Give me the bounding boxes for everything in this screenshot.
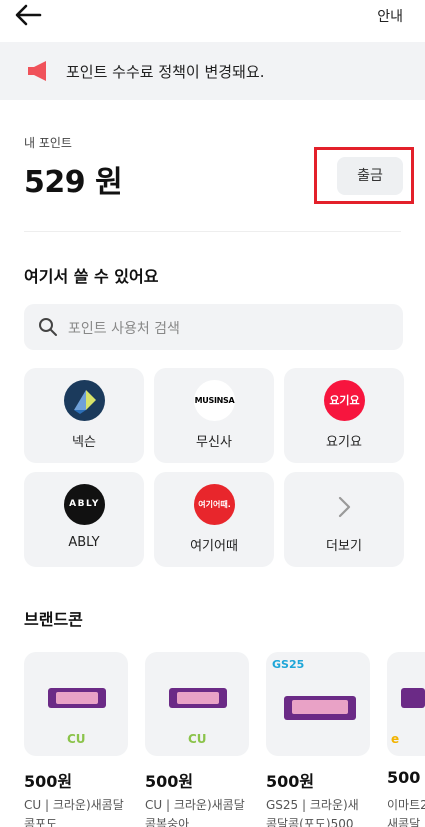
store-logo-cu: CU xyxy=(188,732,207,746)
tile-label: ABLY xyxy=(68,535,100,550)
chevron-right-icon xyxy=(338,496,351,518)
card-price: 500원 xyxy=(266,772,315,791)
tile-label: 여기어때 xyxy=(190,539,238,554)
snack-product-image xyxy=(169,688,227,708)
points-label: 내 포인트 xyxy=(24,136,72,150)
card-name: CU | 크라운)새콤달 xyxy=(24,798,124,812)
card-name-line2: 새콤달 xyxy=(387,817,421,827)
card-price: 500원 xyxy=(24,772,73,791)
ably-logo-icon: ABLY xyxy=(64,484,105,525)
snack-product-image xyxy=(48,688,106,708)
brandcon-card-image[interactable]: GS25 xyxy=(266,652,370,756)
tile-label: 요기요 xyxy=(326,435,362,450)
back-arrow-icon[interactable] xyxy=(14,4,42,26)
store-logo-gs25: GS25 xyxy=(272,658,305,671)
brandcon-card-image[interactable]: e xyxy=(387,652,425,756)
snack-product-image xyxy=(284,696,356,720)
withdraw-button[interactable]: 출금 xyxy=(337,157,403,195)
brand-tile-ably[interactable]: ABLY ABLY xyxy=(24,472,144,567)
megaphone-icon xyxy=(28,61,46,81)
more-brands-tile[interactable]: 더보기 xyxy=(284,472,404,567)
card-name-line2: 콤복숭아 xyxy=(145,817,190,827)
store-logo-cu: CU xyxy=(67,732,86,746)
brand-tile-yeogieottae[interactable]: 여기어때. 여기어때 xyxy=(154,472,274,567)
brandcon-card-image[interactable]: CU xyxy=(24,652,128,756)
divider xyxy=(24,231,401,232)
usage-section-title: 여기서 쓸 수 있어요 xyxy=(24,267,159,286)
brand-tile-yogiyo[interactable]: 요기요 요기요 xyxy=(284,368,404,463)
brandcon-section-title: 브랜드콘 xyxy=(24,610,83,629)
tile-label: 넥슨 xyxy=(72,435,96,450)
notice-text: 포인트 수수료 정책이 변경돼요. xyxy=(66,63,265,81)
card-name-line2: 콤포도 xyxy=(24,817,58,827)
card-name: GS25 | 크라운)새 xyxy=(266,798,359,812)
brandcon-card-image[interactable]: CU xyxy=(145,652,249,756)
yeogieottae-logo-icon: 여기어때. xyxy=(194,484,235,525)
card-name-line2: 콤달콤(포도)500 xyxy=(266,817,354,827)
points-value: 529 원 xyxy=(24,165,123,200)
card-name: CU | 크라운)새콤달 xyxy=(145,798,245,812)
search-placeholder: 포인트 사용처 검색 xyxy=(68,321,180,337)
search-icon xyxy=(39,318,57,336)
notice-banner[interactable]: 포인트 수수료 정책이 변경돼요. xyxy=(0,42,425,100)
tile-label: 무신사 xyxy=(196,435,232,450)
musinsa-logo-icon: MUSINSA xyxy=(194,380,235,421)
top-bar: 안내 xyxy=(0,0,425,40)
brand-tile-musinsa[interactable]: MUSINSA 무신사 xyxy=(154,368,274,463)
snack-product-image xyxy=(401,688,425,708)
store-logo-emart: e xyxy=(391,732,400,746)
nexon-logo-icon xyxy=(64,380,105,421)
card-name: 이마트2 xyxy=(387,798,425,812)
yogiyo-logo-icon: 요기요 xyxy=(324,380,365,421)
search-input[interactable]: 포인트 사용처 검색 xyxy=(24,304,403,350)
brand-tile-nexon[interactable]: 넥슨 xyxy=(24,368,144,463)
tile-label: 더보기 xyxy=(326,539,362,554)
card-price: 500 xyxy=(387,768,421,787)
guide-link[interactable]: 안내 xyxy=(377,6,403,26)
card-price: 500원 xyxy=(145,772,194,791)
